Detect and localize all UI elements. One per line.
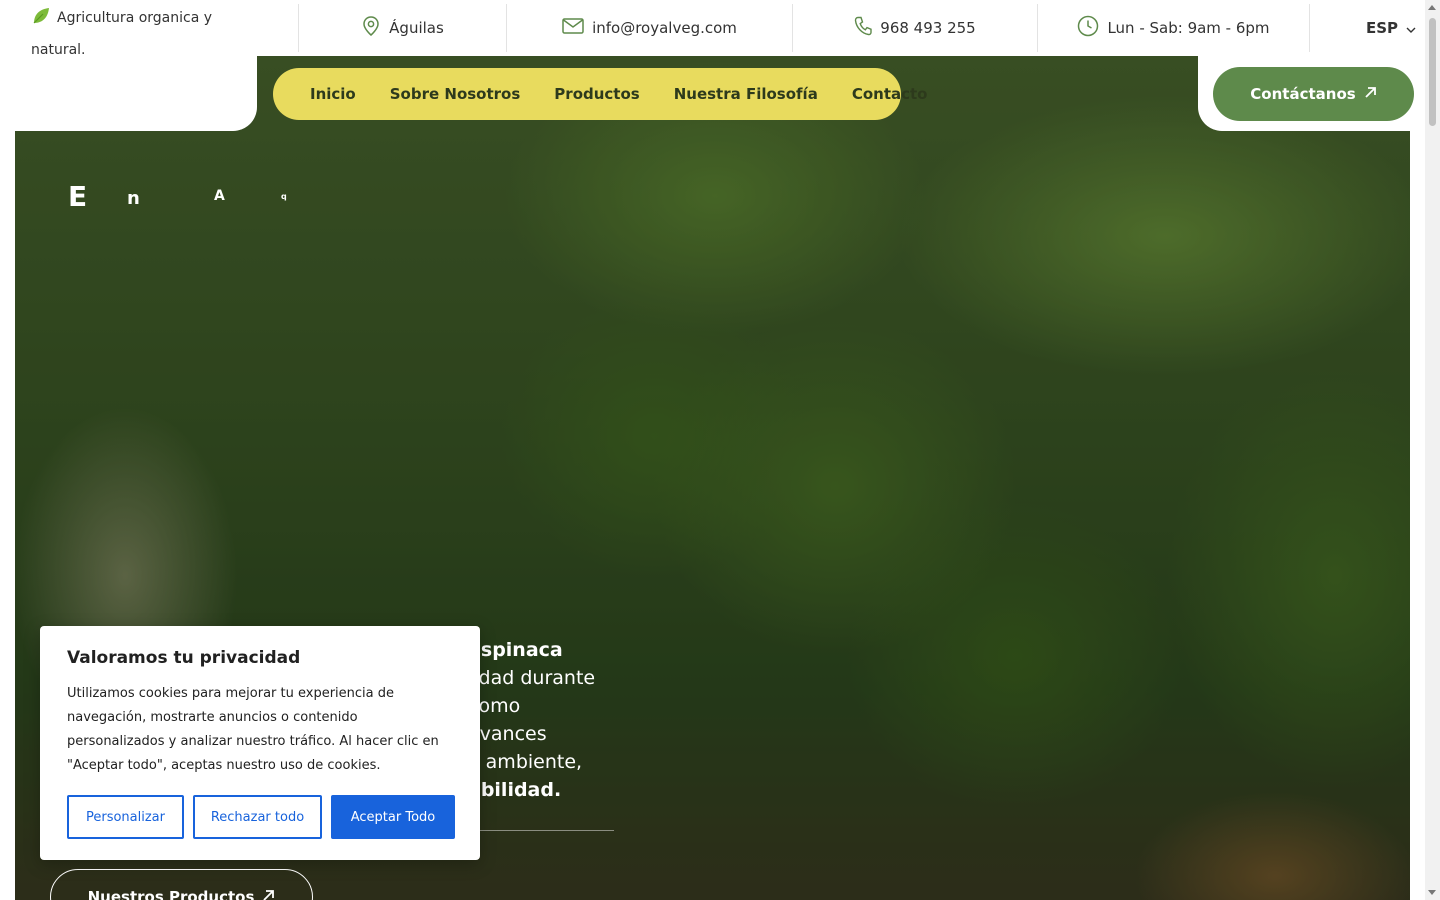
- scroll-up-arrow[interactable]: [1428, 5, 1436, 10]
- hero-separator: [468, 830, 614, 831]
- email-info[interactable]: info@royalveg.com: [507, 4, 792, 52]
- contact-cta-button[interactable]: Contáctanos: [1213, 67, 1414, 121]
- map-pin-icon: [361, 15, 381, 41]
- tagline: Agricultura organica y natural.: [31, 4, 261, 64]
- nav-item-productos[interactable]: Productos: [537, 85, 656, 103]
- cookie-title: Valoramos tu privacidad: [67, 648, 301, 668]
- hero-description: espinaca lidad durante como avances o am…: [468, 636, 628, 804]
- hero-line: lidad durante: [468, 667, 596, 689]
- page-scrollbar[interactable]: [1425, 0, 1440, 900]
- top-info-bar: Agricultura organica y natural. Águilas …: [0, 0, 1425, 58]
- phone-info[interactable]: 968 493 255: [793, 4, 1037, 52]
- location-info[interactable]: Águilas: [299, 4, 506, 52]
- nav-item-nuestra-filosofia[interactable]: Nuestra Filosofía: [657, 85, 835, 103]
- scroll-down-arrow[interactable]: [1428, 890, 1436, 895]
- accept-all-button[interactable]: Aceptar Todo: [331, 795, 455, 839]
- products-button[interactable]: Nuestros Productos: [50, 869, 313, 900]
- chevron-down-icon: [1406, 19, 1416, 37]
- nav-item-sobre-nosotros[interactable]: Sobre Nosotros: [373, 85, 538, 103]
- hero-line: como: [468, 695, 521, 717]
- phone-icon: [854, 16, 872, 40]
- hero-letter: A: [214, 188, 225, 204]
- language-selector[interactable]: ESP: [1366, 4, 1416, 52]
- cookie-buttons: Personalizar Rechazar todo Aceptar Todo: [67, 795, 455, 839]
- products-button-label: Nuestros Productos: [87, 888, 255, 900]
- cookie-text: Utilizamos cookies para mejorar tu exper…: [67, 686, 439, 773]
- hero-corner-shape: [15, 56, 257, 131]
- language-label: ESP: [1366, 19, 1399, 37]
- clock-icon: [1077, 15, 1099, 41]
- arrow-up-right-icon: [1364, 85, 1377, 103]
- reject-all-button[interactable]: Rechazar todo: [193, 795, 322, 839]
- contact-cta-label: Contáctanos: [1250, 85, 1356, 103]
- main-navigation: Inicio Sobre Nosotros Productos Nuestra …: [273, 68, 927, 120]
- divider: [1309, 4, 1310, 52]
- hero-line: espinaca: [468, 639, 563, 661]
- location-text: Águilas: [389, 19, 444, 37]
- hours-text: Lun - Sab: 9am - 6pm: [1107, 19, 1270, 37]
- mail-icon: [562, 18, 584, 38]
- hero-line: avances: [468, 723, 547, 745]
- hours-info: Lun - Sab: 9am - 6pm: [1038, 4, 1309, 52]
- phone-text: 968 493 255: [880, 19, 976, 37]
- hero-letter: n: [127, 188, 140, 209]
- hero-letter: q: [281, 192, 287, 201]
- customize-button[interactable]: Personalizar: [67, 795, 184, 839]
- hero-line: o ambiente,: [468, 751, 583, 773]
- scrollbar-thumb[interactable]: [1429, 18, 1436, 126]
- nav-item-inicio[interactable]: Inicio: [293, 85, 373, 103]
- hero-line: abilidad.: [468, 779, 562, 801]
- cookie-consent-banner: Valoramos tu privacidad Utilizamos cooki…: [40, 626, 480, 860]
- nav-item-contacto[interactable]: Contacto: [835, 85, 945, 103]
- hero-letter: E: [68, 180, 88, 213]
- arrow-up-right-icon: [262, 888, 275, 900]
- leaf-icon: [31, 6, 51, 36]
- tagline-text: Agricultura organica y natural.: [31, 10, 213, 58]
- email-text: info@royalveg.com: [592, 19, 737, 37]
